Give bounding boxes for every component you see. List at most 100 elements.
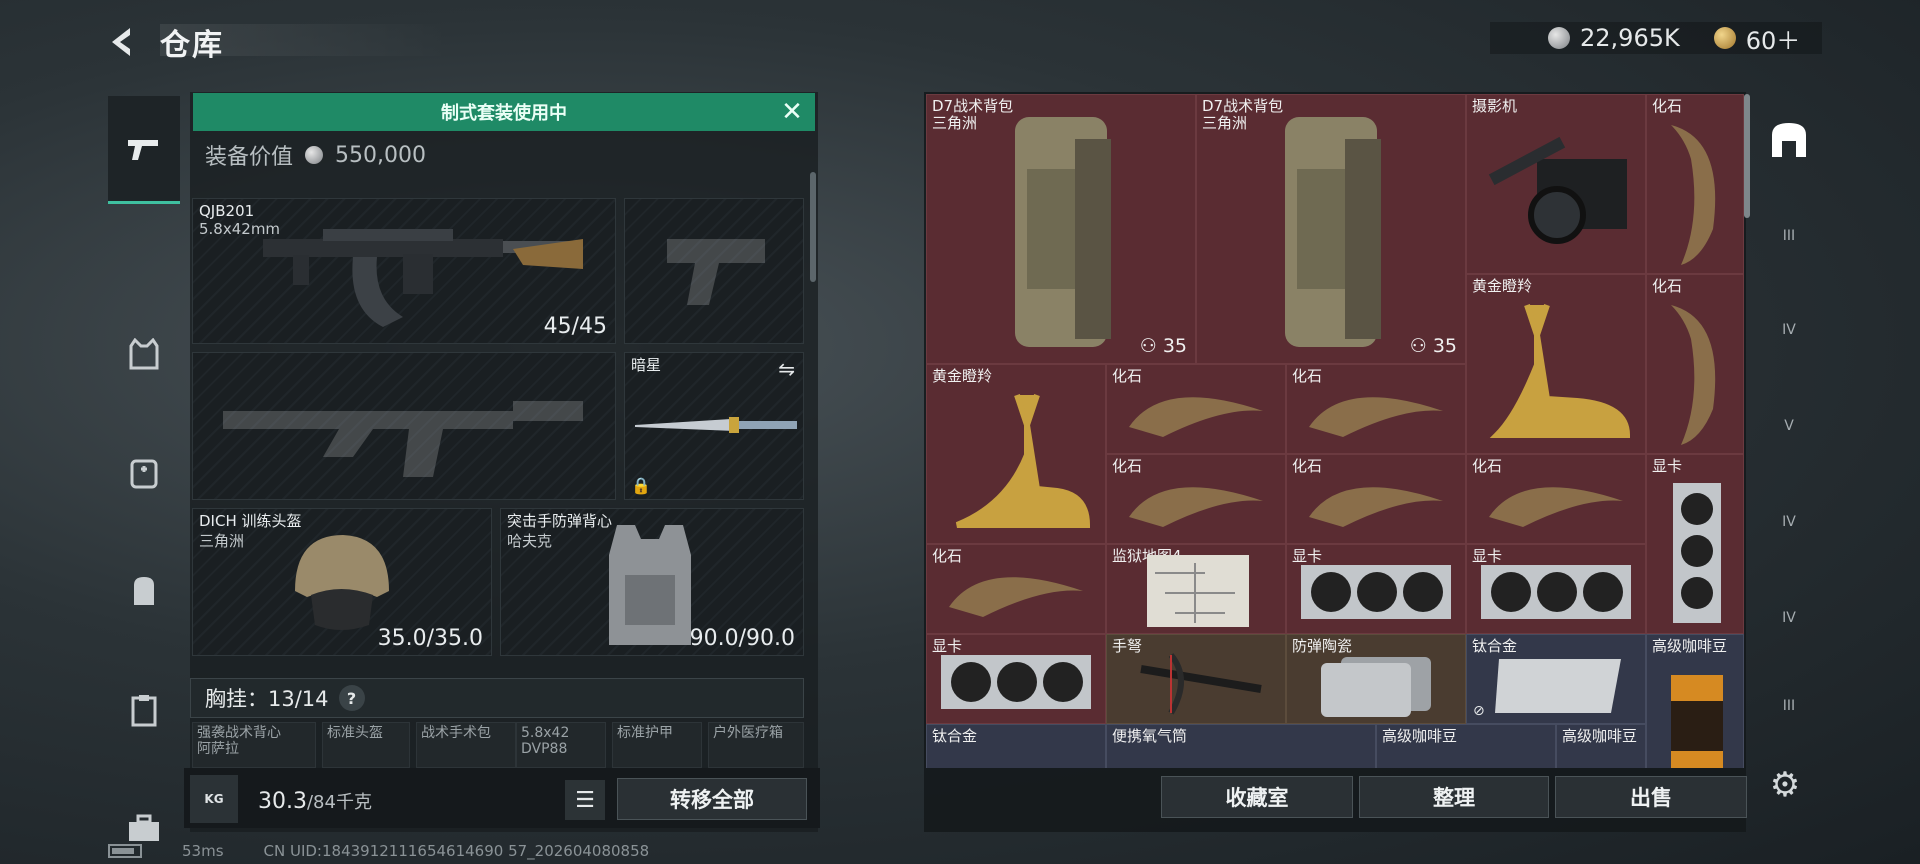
fossil-claw-image — [1489, 487, 1623, 527]
rig-slot[interactable]: 5.8x42 DVP88 — [516, 722, 606, 768]
melee-slot[interactable]: 暗星 ⇋ 🔒 — [624, 352, 804, 500]
storage-item[interactable]: 显卡 — [1646, 454, 1744, 634]
rail-armor[interactable] — [108, 318, 180, 390]
storage-item[interactable]: 化石 — [1286, 364, 1466, 454]
back-button[interactable] — [104, 22, 144, 62]
rig-slot[interactable]: 战术手术包 — [416, 722, 516, 768]
tab-storage-3[interactable]: III — [1754, 204, 1824, 268]
backpack-icon — [134, 577, 154, 605]
storage-item[interactable]: 黄金瞪羚 — [926, 364, 1106, 544]
medkit-icon — [130, 459, 158, 489]
graphics-card-image — [1673, 483, 1721, 623]
rail-medical[interactable] — [108, 436, 180, 508]
gold-balance[interactable]: 60＋ — [1746, 21, 1801, 56]
primary-weapon-durability: 45/45 — [543, 314, 607, 339]
item-name: 高级咖啡豆 — [1562, 727, 1638, 745]
rig-slot-name: 强袭战术背心 — [197, 725, 281, 741]
storage-item[interactable]: 钛合金 — [926, 724, 1106, 768]
chest-rig-bar[interactable]: 胸挂：13/14 ? — [190, 678, 804, 718]
fossil-claw-image — [949, 577, 1083, 617]
storage-scrollbar[interactable] — [1744, 94, 1750, 218]
transfer-all-button[interactable]: 转移全部 — [617, 778, 807, 820]
pistol-icon — [128, 139, 158, 160]
storage-item[interactable]: 化石 — [1106, 454, 1286, 544]
tab-storage-5[interactable]: V — [1754, 394, 1824, 458]
storage-item[interactable]: 显卡 — [1466, 544, 1646, 634]
second-primary-slot[interactable] — [192, 352, 616, 500]
list-view-button[interactable]: ☰ — [565, 780, 605, 820]
golden-gazelle-image — [1489, 304, 1631, 438]
fossil-claw-image — [1671, 125, 1716, 265]
swap-icon[interactable]: ⇋ — [778, 357, 795, 381]
rig-slot-sub: 阿萨拉 — [197, 741, 239, 757]
secondary-weapon-slot[interactable] — [624, 198, 804, 344]
storage-item[interactable]: 化石 — [1466, 454, 1646, 544]
rig-slot[interactable]: 标准护甲 — [612, 722, 702, 768]
status-line: 53ms CN UID:1843912111654614690 57_20260… — [108, 842, 649, 860]
rig-slot[interactable]: 户外医疗箱 — [708, 722, 804, 768]
item-count: ⚇ 35 — [1139, 335, 1187, 357]
storage-item[interactable]: 钛合金 ⊘ — [1466, 634, 1646, 724]
storage-item[interactable]: 化石 — [1646, 274, 1744, 454]
storage-item[interactable]: 化石 — [1286, 454, 1466, 544]
help-icon[interactable]: ? — [338, 685, 365, 711]
storage-item[interactable]: 化石 — [1106, 364, 1286, 454]
battery-icon — [108, 844, 142, 858]
rig-slot-name: 5.8x42 — [521, 725, 570, 741]
storage-item[interactable]: 黄金瞪羚 — [1466, 274, 1646, 454]
storage-item[interactable]: D7战术背包 三角洲 ⚇ 35 — [1196, 94, 1466, 364]
storage-item[interactable]: 高级咖啡豆 — [1556, 724, 1646, 768]
map-image — [1147, 555, 1249, 627]
storage-item[interactable]: D7战术背包 三角洲 ⚇ 35 — [926, 94, 1196, 364]
left-category-rail — [108, 86, 180, 841]
tab-storage-4[interactable]: IV — [1754, 298, 1824, 362]
storage-item[interactable]: 便携氧气筒 — [1106, 724, 1376, 768]
storage-item[interactable]: 防弹陶瓷 — [1286, 634, 1466, 724]
collection-room-button[interactable]: 收藏室 — [1161, 776, 1353, 818]
storage-item[interactable]: 化石 — [1646, 94, 1744, 274]
silver-coin-icon — [305, 146, 324, 164]
storage-expansion-icon: III — [1782, 698, 1796, 714]
sell-button[interactable]: 出售 — [1555, 776, 1747, 818]
item-name: 高级咖啡豆 — [1382, 727, 1458, 745]
fossil-claw-image — [1309, 487, 1443, 527]
helmet-sub: 三角洲 — [199, 532, 245, 550]
fossil-claw-image — [1309, 397, 1443, 437]
ceramic-plate-image — [1321, 657, 1431, 717]
storage-item[interactable]: 监狱地图4 — [1106, 544, 1286, 634]
rig-slot[interactable]: 标准头盔 — [322, 722, 410, 768]
storage-item[interactable]: 显卡 — [1286, 544, 1466, 634]
page-title: 仓库 — [160, 28, 224, 63]
graphics-card-image — [941, 655, 1091, 709]
rail-backpack[interactable] — [108, 554, 180, 626]
rail-clipboard[interactable] — [108, 674, 180, 746]
storage-item[interactable]: 手弩 — [1106, 634, 1286, 724]
primary-weapon-slot[interactable]: QJB201 5.8x42mm 45/45 — [192, 198, 616, 344]
tab-storage-4c[interactable]: IV — [1754, 586, 1824, 650]
rig-slot[interactable]: 强袭战术背心 阿萨拉 — [192, 722, 316, 768]
storage-item[interactable]: 高级咖啡豆 — [1646, 634, 1744, 768]
crossbow-image — [1140, 653, 1262, 715]
rail-weapons[interactable] — [108, 96, 180, 204]
coffee-bag-image — [1671, 675, 1723, 768]
tab-main-storage[interactable] — [1754, 108, 1824, 172]
armor-durability: 90.0/90.0 — [689, 626, 795, 651]
item-name: 高级咖啡豆 — [1652, 637, 1728, 655]
armor-name: 突击手防弹背心 — [507, 512, 613, 530]
armor-slot[interactable]: 突击手防弹背心 哈夫克 90.0/90.0 — [500, 508, 804, 656]
helmet-slot[interactable]: DICH 训练头盔 三角洲 35.0/35.0 — [192, 508, 492, 656]
gear-icon[interactable]: ⚙ — [1760, 760, 1810, 810]
tab-storage-4b[interactable]: IV — [1754, 490, 1824, 554]
ping-value: 53ms — [182, 842, 224, 860]
sort-button[interactable]: 整理 — [1359, 776, 1549, 818]
storage-item[interactable]: 显卡 — [926, 634, 1106, 724]
loadout-scrollbar[interactable] — [810, 172, 816, 282]
carry-weight: 30.3/84千克 — [258, 788, 372, 814]
camera-image — [1488, 136, 1627, 244]
tab-storage-3b[interactable]: III — [1754, 674, 1824, 738]
close-icon[interactable]: ✕ — [779, 99, 805, 125]
storage-item[interactable]: 摄影机 — [1466, 94, 1646, 274]
storage-item[interactable]: 高级咖啡豆 — [1376, 724, 1556, 768]
storage-tabs-rail: III IV V IV IV III — [1754, 94, 1824, 714]
storage-item[interactable]: 化石 — [926, 544, 1106, 634]
